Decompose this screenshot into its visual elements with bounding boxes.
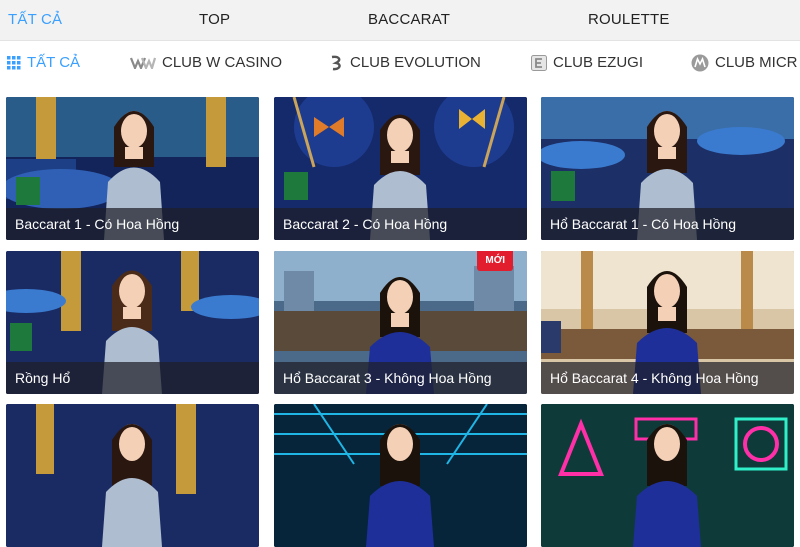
game-card-baccarat-2[interactable]: Baccarat 2 - Có Hoa Hồng [274, 97, 527, 240]
game-card-ho-baccarat-3[interactable]: MỚI Hổ Baccarat 3 - Không Hoa Hồng [274, 251, 527, 394]
game-title: Rồng Hổ [6, 362, 259, 394]
game-card-rong-ho[interactable]: Rồng Hổ [6, 251, 259, 394]
game-title: Baccarat 2 - Có Hoa Hồng [274, 208, 527, 240]
game-card-ho-baccarat-4[interactable]: Hổ Baccarat 4 - Không Hoa Hồng [541, 251, 794, 394]
game-grid: Baccarat 1 - Có Hoa Hồng Baccarat 2 - Có… [0, 0, 800, 547]
game-card-row3-1[interactable] [6, 404, 259, 547]
game-card-row3-2[interactable] [274, 404, 527, 547]
game-card-ho-baccarat-1[interactable]: Hổ Baccarat 1 - Có Hoa Hồng [541, 97, 794, 240]
game-card-row3-3[interactable] [541, 404, 794, 547]
dealer-thumbnail [274, 404, 527, 547]
dealer-thumbnail [6, 404, 259, 547]
game-title: Hổ Baccarat 1 - Có Hoa Hồng [541, 208, 794, 240]
dealer-thumbnail [541, 404, 794, 547]
game-title: Hổ Baccarat 3 - Không Hoa Hồng [274, 362, 527, 394]
game-card-baccarat-1[interactable]: Baccarat 1 - Có Hoa Hồng [6, 97, 259, 240]
game-title: Hổ Baccarat 4 - Không Hoa Hồng [541, 362, 794, 394]
game-title: Baccarat 1 - Có Hoa Hồng [6, 208, 259, 240]
new-badge: MỚI [477, 251, 513, 271]
